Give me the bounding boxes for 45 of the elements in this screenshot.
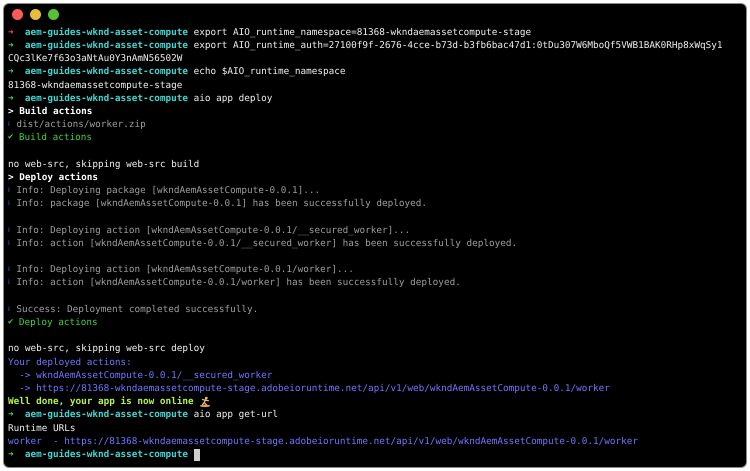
output-text: -> wkndAemAssetCompute-0.0.1/__secured_worker <box>18 368 272 382</box>
prompt-directory: aem-guides-wknd-asset-compute <box>24 408 188 422</box>
output-text: 81368-wkndaemassetcompute-stage <box>8 78 182 92</box>
output-text: Info: Deploying action [wkndAemAssetCompute-0.0.1/worker]... <box>16 263 354 277</box>
output-text: Info: Deploying package [wkndAemAssetCompute-0.0.1]... <box>16 184 320 198</box>
command-text: export AIO_runtime_auth=27100f9f-2676-4cce-b73d-b3fb6bac47d1:0tDu307W6MboQf5VWB1BAK0RHp8xWqSy1 <box>194 39 722 52</box>
output-text: no web-src, skipping web-src deploy <box>8 342 205 356</box>
prompt-arrow: ➜ <box>8 26 14 40</box>
output-text: Deploy actions <box>18 316 98 330</box>
prompt-arrow: ➜ <box>8 92 14 106</box>
output-text: Info: package [wkndAemAssetCompute-0.0.1] has been successfully deployed. <box>16 197 428 211</box>
output-text: dist/actions/worker.zip <box>16 118 146 132</box>
output-text: worker - https://81368-wkndaemassetcompute-stage.adobeioruntime.net/api/v1/web/wkndAemAssetCompute-0.0.1/worker <box>8 434 638 448</box>
prompt-directory: aem-guides-wknd-asset-compute <box>24 39 188 52</box>
output-text: Info: action [wkndAemAssetCompute-0.0.1/worker] has been successfully deployed. <box>16 276 461 290</box>
status-glyph: ✔ <box>8 316 14 330</box>
output-text: Well done, your app is now online <box>8 395 194 409</box>
output-text: Build actions <box>18 131 92 145</box>
prompt-directory: aem-guides-wknd-asset-compute <box>24 448 188 462</box>
prompt-arrow: ➜ <box>8 65 14 79</box>
prompt-arrow: ➜ <box>8 39 14 52</box>
surfer-icon <box>199 396 212 408</box>
prompt-arrow: ➜ <box>8 408 14 422</box>
prompt-directory: aem-guides-wknd-asset-compute <box>24 92 188 106</box>
output-text: -> https://81368-wkndaemassetcompute-stage.adobeioruntime.net/api/v1/web/wkndAemAssetCompute-0.0.1/worker <box>18 382 610 396</box>
minimize-button[interactable] <box>30 9 41 20</box>
command-text: export AIO_runtime_namespace=81368-wkndaemassetcompute-stage <box>194 26 532 40</box>
output-text: > Deploy actions <box>8 170 98 184</box>
output-text: CQc3lKe7f63o3aNtAu0Y3nAmN56502W <box>8 52 182 66</box>
prompt-directory: aem-guides-wknd-asset-compute <box>24 65 188 79</box>
prompt-arrow: ➜ <box>8 448 14 462</box>
status-glyph: ✔ <box>8 131 14 144</box>
prompt-directory: aem-guides-wknd-asset-compute <box>24 26 188 40</box>
output-text: > Build actions <box>8 105 92 118</box>
command-text: echo $AIO_runtime_namespace <box>194 65 346 79</box>
output-text: Your deployed actions: <box>8 356 132 369</box>
command-text: aio app deploy <box>194 92 272 106</box>
output-text: Info: Deploying action [wkndAemAssetCompute-0.0.1/__secured_worker]... <box>16 224 410 238</box>
close-button[interactable] <box>12 9 23 20</box>
output-text: Runtime URLs <box>8 422 76 435</box>
output-text: Success: Deployment completed successfully. <box>16 302 258 316</box>
command-text: aio app get-url <box>194 408 278 422</box>
output-text: no web-src, skipping web-src build <box>8 158 200 172</box>
output-text: Info: action [wkndAemAssetCompute-0.0.1/__secured_worker] has been successfully deployed. <box>16 236 518 250</box>
zoom-button[interactable] <box>48 9 59 20</box>
